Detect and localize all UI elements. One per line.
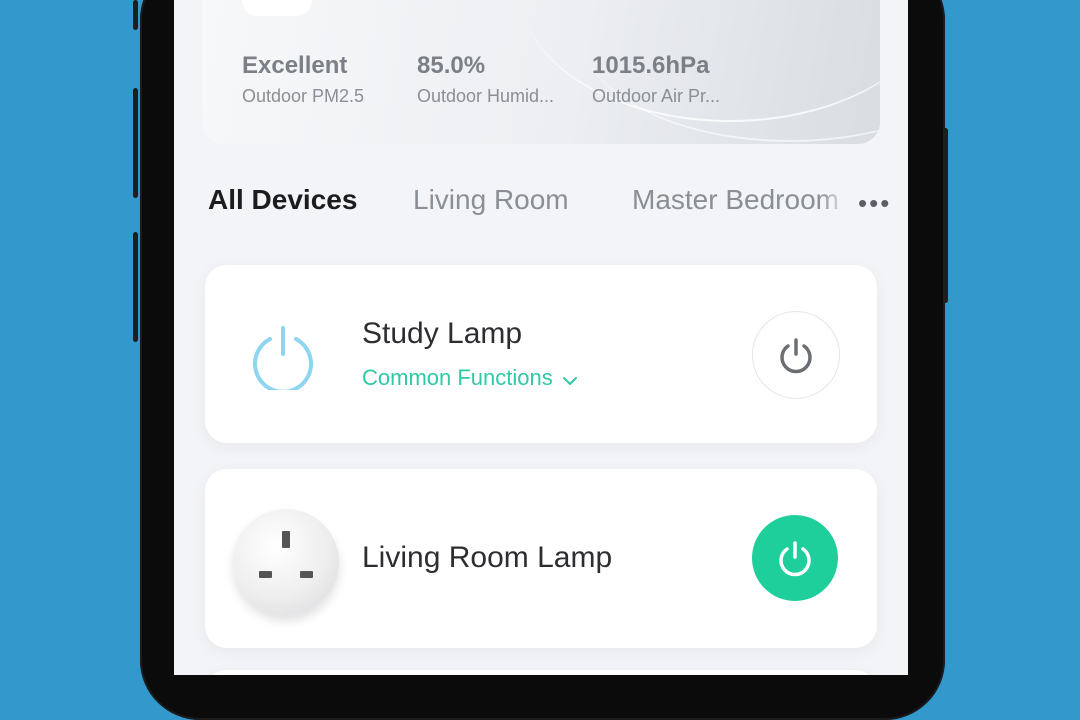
plug-pin	[259, 571, 272, 578]
stat-value: Excellent	[242, 52, 348, 79]
power-toggle-button[interactable]	[752, 515, 838, 601]
device-name: Living Room Lamp	[362, 541, 613, 574]
tab-living-room[interactable]: Living Room	[413, 184, 569, 216]
tab-fade-overlay	[820, 184, 860, 224]
device-name: Study Lamp	[362, 317, 523, 350]
stat-air-pressure: 1015.6hPa Outdoor Air Pr...	[592, 52, 720, 107]
weather-card[interactable]: 8°C Excellent Outdoor PM2.5 85.0% Outdoo…	[202, 0, 880, 144]
lamp-power-icon	[249, 322, 317, 394]
power-icon	[776, 539, 814, 577]
room-tabs: All Devices Living Room Master Bedroom •…	[208, 184, 889, 224]
device-card-living-room-lamp[interactable]: Living Room Lamp	[205, 469, 877, 648]
stat-pm25: Excellent Outdoor PM2.5	[242, 52, 364, 107]
device-card-partial[interactable]	[205, 670, 877, 675]
common-functions-link[interactable]: Common Functions	[362, 365, 577, 392]
side-button	[133, 0, 138, 30]
stat-humidity: 85.0% Outdoor Humid...	[417, 52, 554, 107]
tab-master-bedroom[interactable]: Master Bedroom	[632, 184, 839, 216]
common-functions-label: Common Functions	[362, 365, 553, 390]
stat-label: Outdoor PM2.5	[242, 86, 365, 106]
power-icon	[777, 336, 815, 374]
more-icon[interactable]: •••	[858, 190, 891, 216]
stat-label: Outdoor Humid...	[417, 86, 555, 106]
power-side-button	[943, 128, 948, 303]
tab-all-devices[interactable]: All Devices	[208, 184, 357, 216]
weather-icon	[242, 0, 312, 16]
device-card-study-lamp[interactable]: Study Lamp Common Functions	[205, 265, 877, 443]
plug-pin	[282, 531, 290, 548]
app-screen: 8°C Excellent Outdoor PM2.5 85.0% Outdoo…	[174, 0, 908, 675]
volume-up-button	[133, 88, 138, 198]
volume-down-button	[133, 232, 138, 342]
stat-value: 85.0%	[417, 52, 486, 79]
stat-label: Outdoor Air Pr...	[592, 86, 721, 106]
power-toggle-button[interactable]	[752, 311, 840, 399]
chevron-down-icon	[562, 366, 577, 392]
stat-value: 1015.6hPa	[592, 52, 710, 79]
smart-plug-icon	[233, 509, 339, 615]
temperature-value: 8°C	[340, 0, 450, 11]
plug-pin	[300, 571, 313, 578]
